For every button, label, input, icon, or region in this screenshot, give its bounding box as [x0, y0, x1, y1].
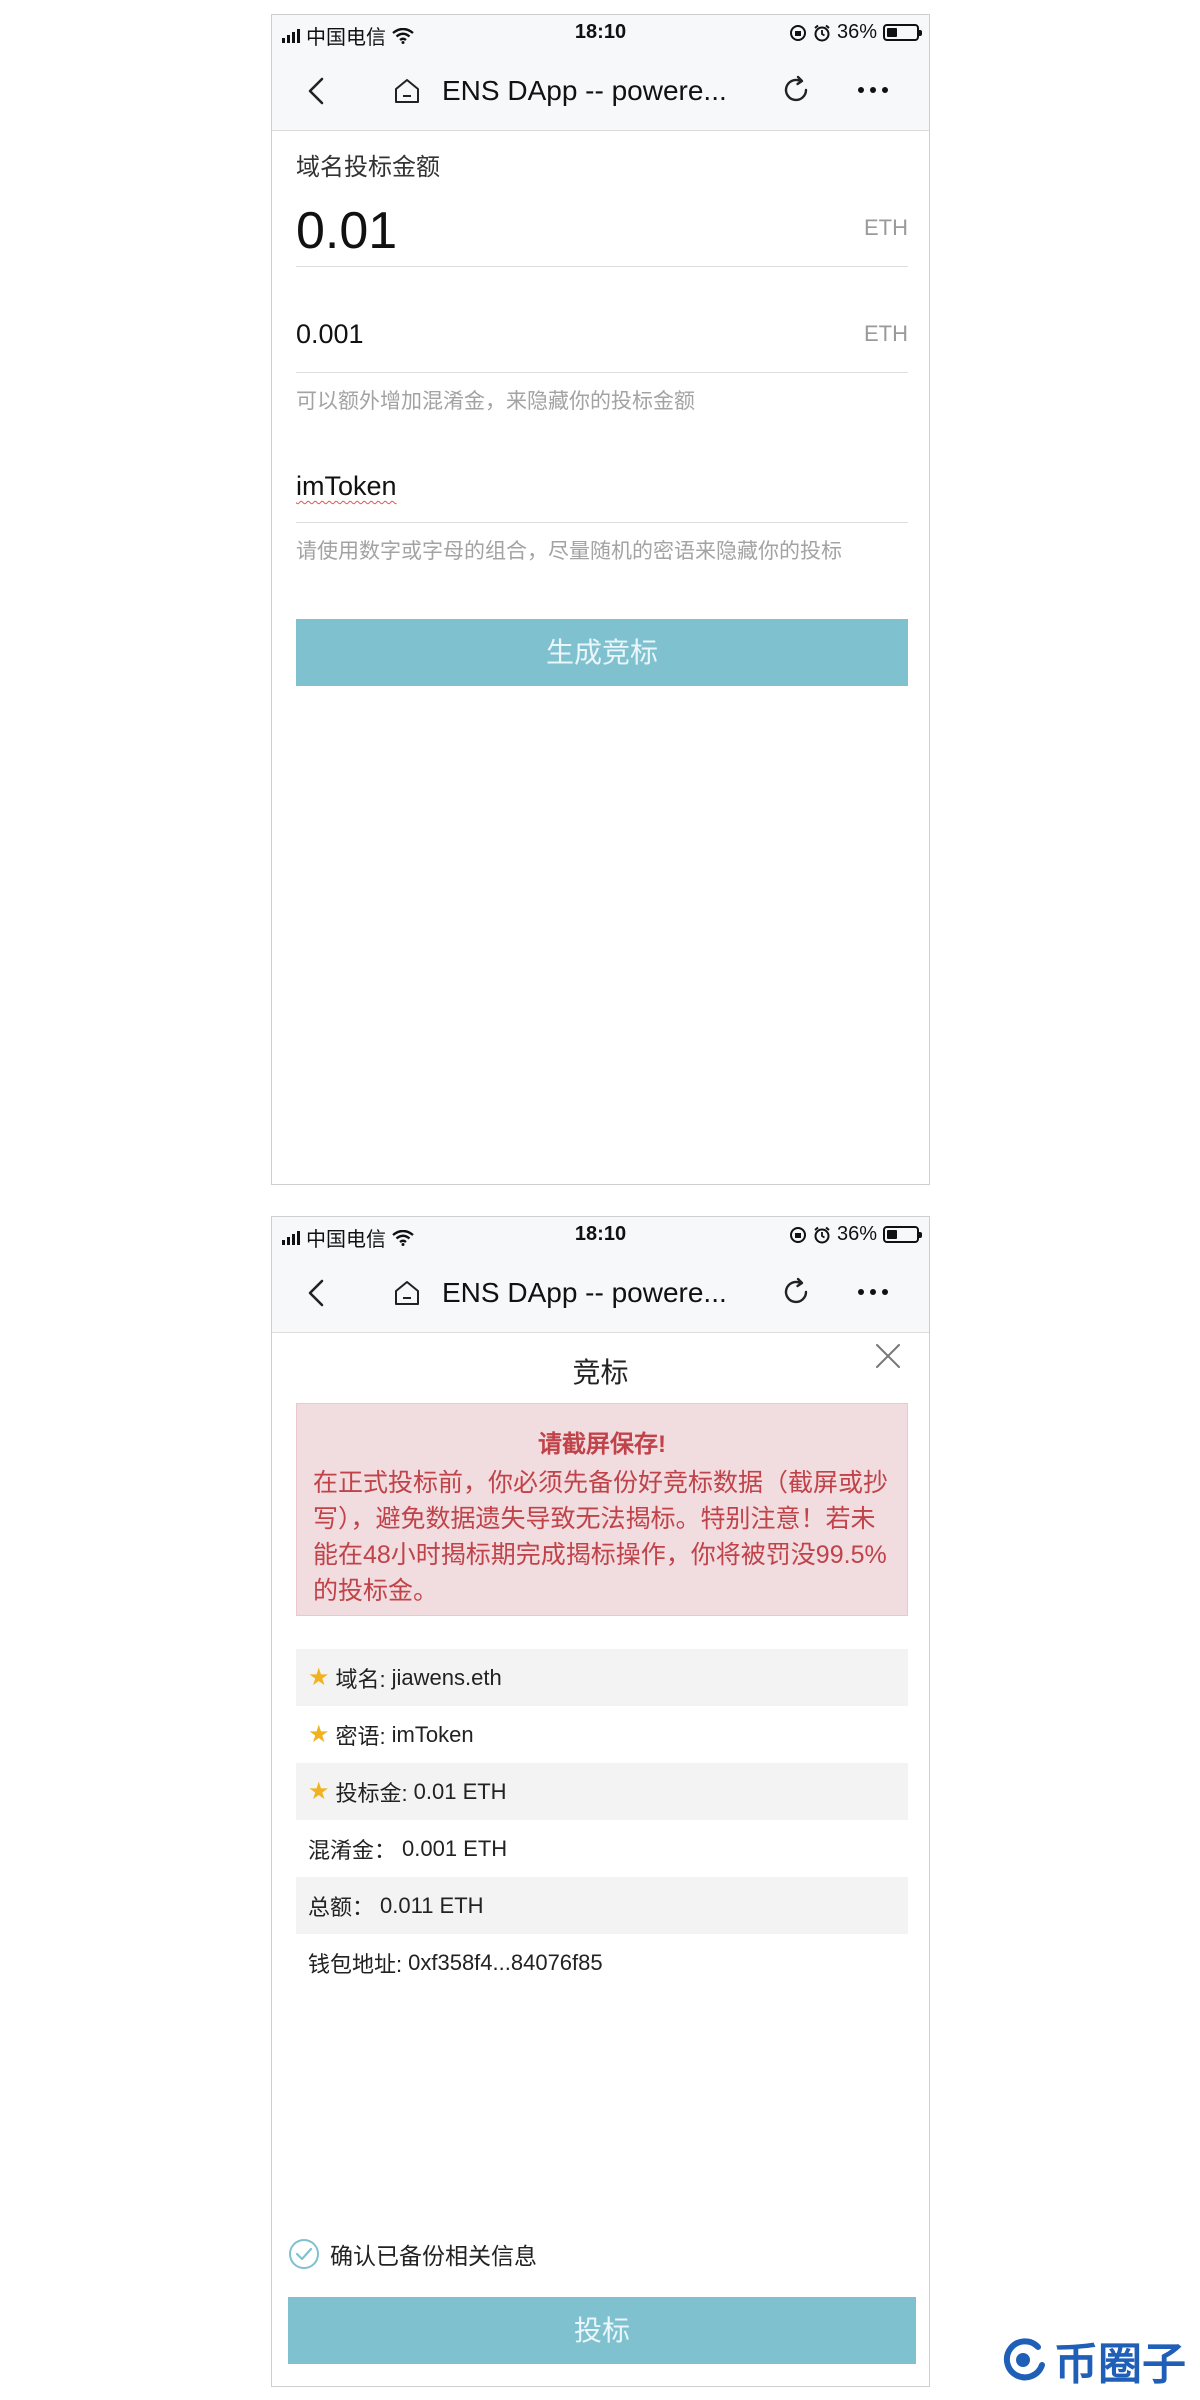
- info-value: 0.001 ETH: [402, 1835, 508, 1861]
- submit-bid-button[interactable]: 投标: [288, 2297, 916, 2364]
- logo-icon: [1003, 2338, 1045, 2381]
- info-label: 域名:: [335, 1666, 386, 1692]
- refresh-icon[interactable]: [780, 74, 812, 106]
- info-row-mask: 混淆金： 0.001 ETH: [296, 1820, 908, 1877]
- check-circle-icon: [289, 2239, 319, 2269]
- info-value: 0.01 ETH: [413, 1778, 507, 1804]
- page-title: ENS DApp -- powere...: [442, 75, 727, 106]
- info-row-domain: ★ 域名: jiawens.eth: [296, 1649, 908, 1706]
- secret-hint: 请使用数字或字母的组合，尽量随机的密语来隐藏你的投标: [296, 540, 842, 563]
- info-value: 0xf358f4...84076f85: [408, 1949, 603, 1975]
- alarm-icon: [814, 1226, 830, 1243]
- modal-title: 竞标: [572, 1357, 629, 1388]
- battery-icon: [883, 1226, 922, 1243]
- generate-bid-button[interactable]: 生成竞标: [296, 619, 908, 686]
- back-arrow-icon[interactable]: [302, 1277, 334, 1309]
- confirm-backup-checkbox[interactable]: 确认已备份相关信息: [288, 2237, 537, 2271]
- info-label: 钱包地址:: [308, 1951, 403, 1977]
- info-value: imToken: [391, 1721, 474, 1747]
- watermark-logo: 币圈子: [998, 2328, 1186, 2392]
- info-row-secret: ★ 密语: imToken: [296, 1706, 908, 1763]
- info-row-total: 总额： 0.011 ETH: [296, 1877, 908, 1934]
- back-arrow-icon[interactable]: [302, 75, 334, 107]
- browser-nav-bar: ENS DApp -- powere...: [272, 49, 929, 131]
- warning-text: 在正式投标前，你必须先备份好竞标数据（截屏或抄写），避免数据遗失导致无法揭标。特…: [313, 1469, 889, 1605]
- status-bar: 中国电信 18:10 36%: [272, 15, 929, 49]
- info-label: 总额：: [308, 1894, 375, 1920]
- home-icon[interactable]: [392, 76, 422, 106]
- star-icon: ★: [308, 1664, 330, 1691]
- rotation-lock-icon: [789, 24, 806, 41]
- watermark-text: 币圈子: [1054, 2340, 1186, 2389]
- confirm-label: 确认已备份相关信息: [330, 2243, 537, 2269]
- star-icon: ★: [308, 1721, 330, 1748]
- warning-heading: 请截屏保存!: [538, 1431, 666, 1458]
- bid-info-list: ★ 域名: jiawens.eth ★ 密语: imToken ★ 投标金: 0…: [296, 1649, 908, 1991]
- info-row-wallet: 钱包地址: 0xf358f4...84076f85: [296, 1934, 908, 1991]
- home-icon[interactable]: [392, 1278, 422, 1308]
- bid-amount-value: 0.01: [296, 202, 398, 260]
- star-icon: ★: [308, 1778, 330, 1805]
- phone-screen-bid-modal: 中国电信 18:10 36% ENS DApp -- powere... 竞标 …: [271, 1216, 930, 2387]
- info-value: jiawens.eth: [391, 1664, 502, 1690]
- info-label: 混淆金：: [308, 1837, 397, 1863]
- battery-percent: 36%: [836, 1223, 877, 1245]
- secret-input[interactable]: imToken: [296, 447, 908, 523]
- bid-amount-input[interactable]: 0.01 ETH: [296, 185, 908, 267]
- battery-icon: [883, 24, 922, 41]
- browser-nav-bar: ENS DApp -- powere...: [272, 1251, 929, 1333]
- battery-percent: 36%: [836, 21, 877, 43]
- refresh-icon[interactable]: [780, 1276, 812, 1308]
- backup-warning: 请截屏保存! 在正式投标前，你必须先备份好竞标数据（截屏或抄写），避免数据遗失导…: [296, 1403, 908, 1616]
- alarm-icon: [814, 24, 830, 41]
- rotation-lock-icon: [789, 1226, 806, 1243]
- close-icon[interactable]: [873, 1341, 903, 1371]
- phone-screen-bid-form: 中国电信 18:10 36% ENS DApp -- powere... 域名投…: [271, 14, 930, 1185]
- bid-amount-label: 域名投标金额: [296, 154, 440, 181]
- more-menu-icon[interactable]: [858, 1289, 888, 1295]
- mask-amount-value: 0.001: [296, 319, 364, 349]
- info-label: 密语:: [335, 1723, 386, 1749]
- page-title: ENS DApp -- powere...: [442, 1277, 727, 1308]
- bid-unit: ETH: [864, 215, 908, 240]
- info-row-bid: ★ 投标金: 0.01 ETH: [296, 1763, 908, 1820]
- mask-unit: ETH: [864, 321, 908, 346]
- mask-hint: 可以额外增加混淆金，来隐藏你的投标金额: [296, 390, 695, 413]
- status-bar: 中国电信 18:10 36%: [272, 1217, 929, 1251]
- secret-value: imToken: [296, 471, 397, 501]
- more-menu-icon[interactable]: [858, 87, 888, 93]
- info-value: 0.011 ETH: [380, 1892, 484, 1918]
- info-label: 投标金:: [335, 1780, 408, 1806]
- mask-amount-input[interactable]: 0.001 ETH: [296, 295, 908, 373]
